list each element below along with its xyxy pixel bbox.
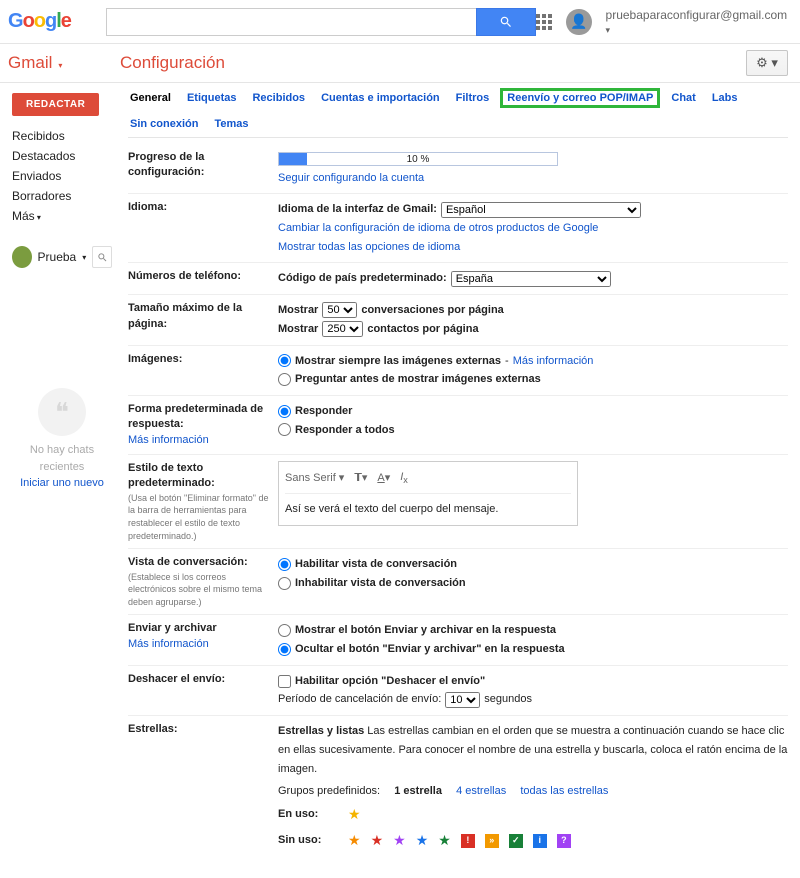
font-family-menu[interactable]: Sans Serif ▾	[285, 469, 344, 488]
settings-tabs: General Etiquetas Recibidos Cuentas e im…	[128, 91, 788, 138]
search-icon	[499, 15, 513, 29]
gmail-menu[interactable]: Gmail	[8, 53, 100, 73]
preset-1star[interactable]: 1 estrella	[394, 782, 442, 801]
label-images: Imágenes:	[128, 352, 278, 367]
tab-themes[interactable]: Temas	[212, 117, 250, 131]
star-purple[interactable]: ★	[393, 829, 406, 853]
link-images-more[interactable]: Más información	[513, 352, 594, 371]
phones-code-label: Código de país predeterminado:	[278, 269, 447, 288]
nav-inbox[interactable]: Recibidos	[12, 126, 112, 146]
tab-general[interactable]: General	[128, 91, 173, 105]
radio-reply[interactable]	[278, 405, 291, 418]
tab-chat[interactable]: Chat	[669, 91, 697, 105]
undo-period-select[interactable]: 10	[445, 692, 480, 708]
tab-filters[interactable]: Filtros	[454, 91, 492, 105]
star-orange[interactable]: ★	[348, 829, 361, 853]
label-phones: Números de teléfono:	[128, 269, 278, 284]
label-language: Idioma:	[128, 200, 278, 215]
nav-drafts[interactable]: Borradores	[12, 186, 112, 206]
radio-conv-on[interactable]	[278, 558, 291, 571]
language-ui-label: Idioma de la interfaz de Gmail:	[278, 200, 437, 219]
tab-forwarding-pop-imap[interactable]: Reenvío y correo POP/IMAP	[503, 91, 657, 105]
label-convview: Vista de conversación:(Establece si los …	[128, 555, 278, 608]
contacts-per-page-select[interactable]: 250	[322, 321, 363, 337]
chat-empty-icon: ❝	[38, 388, 86, 436]
avatar[interactable]: 👤	[566, 9, 591, 35]
radio-sendarchive-show[interactable]	[278, 624, 291, 637]
label-stars: Estrellas:	[128, 722, 278, 737]
label-textstyle: Estilo de texto predeterminado:(Usa el b…	[128, 461, 278, 542]
tab-labels[interactable]: Etiquetas	[185, 91, 239, 105]
search-input[interactable]	[106, 8, 476, 36]
default-text-style-box: Sans Serif ▾ 𝗧▾ A▾ Ix Así se verá el tex…	[278, 461, 578, 525]
search-icon	[97, 252, 108, 263]
preset-allstars[interactable]: todas las estrellas	[520, 782, 608, 801]
tab-offline[interactable]: Sin conexión	[128, 117, 200, 131]
preset-4stars[interactable]: 4 estrellas	[456, 782, 506, 801]
star-blue[interactable]: ★	[416, 829, 429, 853]
hangouts-avatar[interactable]	[12, 246, 32, 268]
link-change-lang-other[interactable]: Cambiar la configuración de idioma de ot…	[278, 222, 598, 234]
label-reply: Forma predeterminada de respuesta:Más in…	[128, 402, 278, 448]
setup-progress-bar: 10 %	[278, 152, 558, 166]
remove-format-button[interactable]: Ix	[400, 468, 408, 489]
link-show-all-lang[interactable]: Mostrar todas las opciones de idioma	[278, 241, 460, 253]
tab-inbox[interactable]: Recibidos	[250, 91, 307, 105]
bang-red[interactable]: !	[461, 834, 475, 848]
star-green[interactable]: ★	[438, 829, 451, 853]
conversations-per-page-select[interactable]: 50	[322, 302, 357, 318]
label-sendarchive: Enviar y archivarMás información	[128, 621, 278, 652]
checkbox-undo-send[interactable]	[278, 675, 291, 688]
hangouts-search-button[interactable]	[92, 246, 112, 268]
radio-images-always[interactable]	[278, 354, 291, 367]
link-sendarchive-more[interactable]: Más información	[128, 638, 209, 650]
account-menu[interactable]: pruebaparaconfigurar@gmail.com	[606, 8, 788, 36]
font-size-menu[interactable]: 𝗧▾	[354, 469, 367, 488]
link-reply-more[interactable]: Más información	[128, 434, 209, 446]
info-blue[interactable]: i	[533, 834, 547, 848]
text-style-sample: Así se verá el texto del cuerpo del mens…	[285, 500, 571, 519]
chat-empty-text: No hay chats recientes	[12, 442, 112, 475]
apps-icon[interactable]	[536, 14, 552, 30]
font-color-menu[interactable]: A▾	[377, 469, 390, 488]
search-button[interactable]	[476, 8, 536, 36]
nav-more[interactable]: Más	[12, 206, 112, 226]
question-purple[interactable]: ?	[557, 834, 571, 848]
label-pagesize: Tamaño máximo de la página:	[128, 301, 278, 332]
phone-country-select[interactable]: España	[451, 271, 611, 287]
arrows-orange[interactable]: »	[485, 834, 499, 848]
radio-reply-all[interactable]	[278, 423, 291, 436]
check-green[interactable]: ✓	[509, 834, 523, 848]
chat-start-link[interactable]: Iniciar uno nuevo	[20, 477, 104, 489]
compose-button[interactable]: REDACTAR	[12, 93, 99, 116]
settings-gear-button[interactable]: ⚙ ▾	[746, 50, 788, 76]
page-title: Configuración	[120, 53, 225, 73]
radio-sendarchive-hide[interactable]	[278, 643, 291, 656]
nav-starred[interactable]: Destacados	[12, 146, 112, 166]
label-undo: Deshacer el envío:	[128, 672, 278, 687]
star-red[interactable]: ★	[371, 829, 384, 853]
radio-conv-off[interactable]	[278, 577, 291, 590]
tab-labs[interactable]: Labs	[710, 91, 740, 105]
link-continue-setup[interactable]: Seguir configurando la cuenta	[278, 172, 424, 184]
nav-sent[interactable]: Enviados	[12, 166, 112, 186]
language-select[interactable]: Español	[441, 202, 641, 218]
label-setup-progress: Progreso de la configuración:	[128, 150, 278, 181]
tab-accounts[interactable]: Cuentas e importación	[319, 91, 442, 105]
hangouts-name[interactable]: Prueba	[38, 250, 77, 264]
star-yellow[interactable]: ★	[348, 803, 361, 827]
google-logo[interactable]: Google	[8, 10, 86, 33]
radio-images-ask[interactable]	[278, 373, 291, 386]
